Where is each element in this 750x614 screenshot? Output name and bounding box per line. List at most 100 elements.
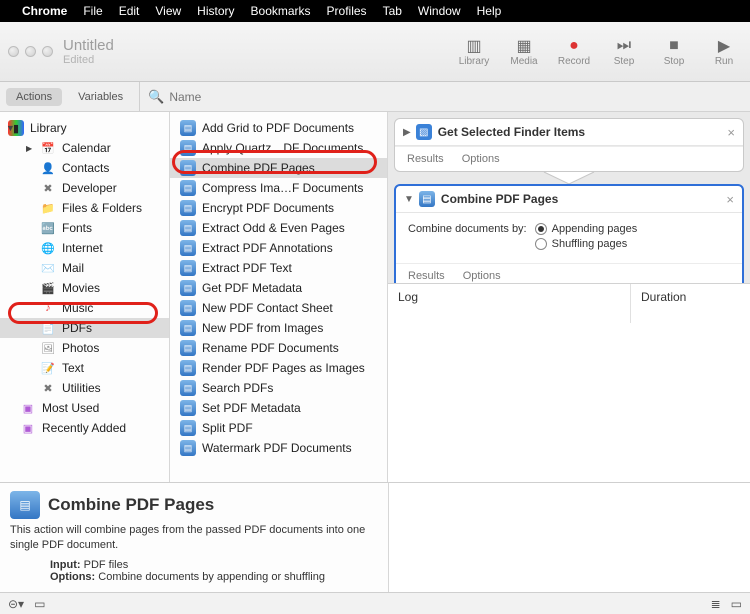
- radio-appending-pages[interactable]: Appending pages: [535, 223, 638, 235]
- variables-tab[interactable]: Variables: [68, 88, 133, 106]
- category-label: PDFs: [62, 321, 92, 335]
- menu-bookmarks[interactable]: Bookmarks: [251, 4, 311, 18]
- smart-folder-recently-added[interactable]: ▣Recently Added: [0, 418, 169, 438]
- menu-edit[interactable]: Edit: [119, 4, 140, 18]
- step2-options-tab[interactable]: Options: [463, 270, 501, 282]
- close-window-button[interactable]: [8, 46, 19, 57]
- action-watermark-pdf-documents[interactable]: ▤Watermark PDF Documents: [170, 438, 387, 458]
- category-photos[interactable]: 🖼Photos: [0, 338, 169, 358]
- action-encrypt-pdf-documents[interactable]: ▤Encrypt PDF Documents: [170, 198, 387, 218]
- category-label: Mail: [62, 261, 84, 275]
- action-compress-ima-f-documents[interactable]: ▤Compress Ima…F Documents: [170, 178, 387, 198]
- menu-app[interactable]: Chrome: [22, 4, 67, 18]
- zoom-window-button[interactable]: [42, 46, 53, 57]
- menu-file[interactable]: File: [83, 4, 102, 18]
- menu-tab[interactable]: Tab: [383, 4, 402, 18]
- action-extract-odd-even-pages[interactable]: ▤ Extract Odd & Even Pages: [170, 218, 387, 238]
- workflow-step-combine-pdf-pages[interactable]: ▼ ▤ Combine PDF Pages × Combine document…: [394, 184, 744, 283]
- action-new-pdf-contact-sheet[interactable]: ▤New PDF Contact Sheet: [170, 298, 387, 318]
- category-icon: 🖼: [40, 340, 56, 356]
- category-calendar[interactable]: ▶📅Calendar: [0, 138, 169, 158]
- action-rename-pdf-documents[interactable]: ▤Rename PDF Documents: [170, 338, 387, 358]
- radio-shuffling-pages[interactable]: Shuffling pages: [535, 238, 628, 250]
- duration-column[interactable]: Duration: [630, 284, 750, 323]
- disclosure-icon[interactable]: ▼: [404, 194, 414, 205]
- remove-step-button[interactable]: ×: [727, 125, 735, 140]
- step2-results-tab[interactable]: Results: [408, 270, 445, 282]
- disclosure-icon[interactable]: ▼: [6, 123, 15, 133]
- menu-view[interactable]: View: [155, 4, 181, 18]
- action-set-pdf-metadata[interactable]: ▤Set PDF Metadata: [170, 398, 387, 418]
- action-search-pdfs[interactable]: ▤Search PDFs: [170, 378, 387, 398]
- category-pdfs[interactable]: 📄 PDFs: [0, 318, 169, 338]
- info-options-value: Combine documents by appending or shuffl…: [95, 571, 325, 583]
- record-button[interactable]: ● Record: [556, 36, 592, 67]
- disclosure-icon[interactable]: ▶: [403, 127, 411, 138]
- search-field[interactable]: 🔍: [139, 82, 744, 111]
- workflow-step-get-selected-finder-items[interactable]: ▶ ▧ Get Selected Finder Items × Results …: [394, 118, 744, 172]
- category-utilities[interactable]: ✖︎Utilities: [0, 378, 169, 398]
- action-label: Extract Odd & Even Pages: [202, 221, 345, 235]
- combine-prompt: Combine documents by:: [408, 223, 527, 253]
- action-icon: ▤: [180, 220, 196, 236]
- action-extract-pdf-annotations[interactable]: ▤Extract PDF Annotations: [170, 238, 387, 258]
- action-split-pdf[interactable]: ▤Split PDF: [170, 418, 387, 438]
- log-view-button[interactable]: ≣: [711, 597, 721, 611]
- category-movies[interactable]: 🎬Movies: [0, 278, 169, 298]
- category-files-folders[interactable]: 📁Files & Folders: [0, 198, 169, 218]
- log-content: [388, 323, 750, 482]
- library-toggle-button[interactable]: ▥ Library: [456, 36, 492, 67]
- category-internet[interactable]: 🌐Internet: [0, 238, 169, 258]
- category-list: ▼ ▮ Library ▶📅Calendar👤Contacts✖︎Develop…: [0, 112, 170, 482]
- category-text[interactable]: 📝Text: [0, 358, 169, 378]
- category-developer[interactable]: ✖︎Developer: [0, 178, 169, 198]
- smart-folder-label: Most Used: [42, 401, 99, 415]
- action-get-pdf-metadata[interactable]: ▤Get PDF Metadata: [170, 278, 387, 298]
- action-combine-pdf-pages[interactable]: ▤Combine PDF Pages: [170, 158, 387, 178]
- menu-window[interactable]: Window: [418, 4, 461, 18]
- step1-results-tab[interactable]: Results: [407, 153, 444, 165]
- action-apply-quartz-df-documents[interactable]: ▤Apply Quartz…DF Documents: [170, 138, 387, 158]
- smart-folder-most-used[interactable]: ▣Most Used: [0, 398, 169, 418]
- category-label: Music: [62, 301, 93, 315]
- step-button[interactable]: ⏭ Step: [606, 36, 642, 67]
- category-contacts[interactable]: 👤Contacts: [0, 158, 169, 178]
- category-icon: 📅: [40, 140, 56, 156]
- library-root[interactable]: ▼ ▮ Library: [0, 118, 169, 138]
- finder-icon: ▧: [416, 124, 432, 140]
- menu-help[interactable]: Help: [477, 4, 502, 18]
- action-extract-pdf-text[interactable]: ▤Extract PDF Text: [170, 258, 387, 278]
- category-icon: 📄: [40, 320, 56, 336]
- media-label: Media: [510, 56, 537, 67]
- disclosure-icon[interactable]: ▶: [26, 144, 32, 153]
- log-column[interactable]: Log: [388, 284, 630, 323]
- menu-profiles[interactable]: Profiles: [327, 4, 367, 18]
- action-label: Search PDFs: [202, 381, 273, 395]
- category-fonts[interactable]: 🔤Fonts: [0, 218, 169, 238]
- minimize-window-button[interactable]: [25, 46, 36, 57]
- actions-tab[interactable]: Actions: [6, 88, 62, 106]
- stop-button[interactable]: ■ Stop: [656, 36, 692, 67]
- action-new-pdf-from-images[interactable]: ▤New PDF from Images: [170, 318, 387, 338]
- show-description-button[interactable]: ▭: [34, 597, 45, 611]
- settings-popup-button[interactable]: ⊝▾: [8, 597, 24, 611]
- library-label: Library: [459, 56, 490, 67]
- action-label: Apply Quartz…DF Documents: [202, 141, 363, 155]
- remove-step-button[interactable]: ×: [726, 192, 734, 207]
- action-info-panel: ▤ Combine PDF Pages This action will com…: [0, 482, 388, 592]
- category-mail[interactable]: ✉️Mail: [0, 258, 169, 278]
- workflow-view-button[interactable]: ▭: [731, 597, 742, 611]
- menu-history[interactable]: History: [197, 4, 234, 18]
- search-input[interactable]: [169, 90, 744, 104]
- action-icon: ▤: [180, 440, 196, 456]
- action-add-grid-to-pdf-documents[interactable]: ▤Add Grid to PDF Documents: [170, 118, 387, 138]
- category-icon: 🌐: [40, 240, 56, 256]
- category-icon: 👤: [40, 160, 56, 176]
- media-button[interactable]: ▦ Media: [506, 36, 542, 67]
- category-icon: 🎬: [40, 280, 56, 296]
- run-button[interactable]: ▶ Run: [706, 36, 742, 67]
- stop-icon: ■: [662, 36, 686, 56]
- step1-options-tab[interactable]: Options: [462, 153, 500, 165]
- action-render-pdf-pages-as-images[interactable]: ▤Render PDF Pages as Images: [170, 358, 387, 378]
- category-music[interactable]: ♪Music: [0, 298, 169, 318]
